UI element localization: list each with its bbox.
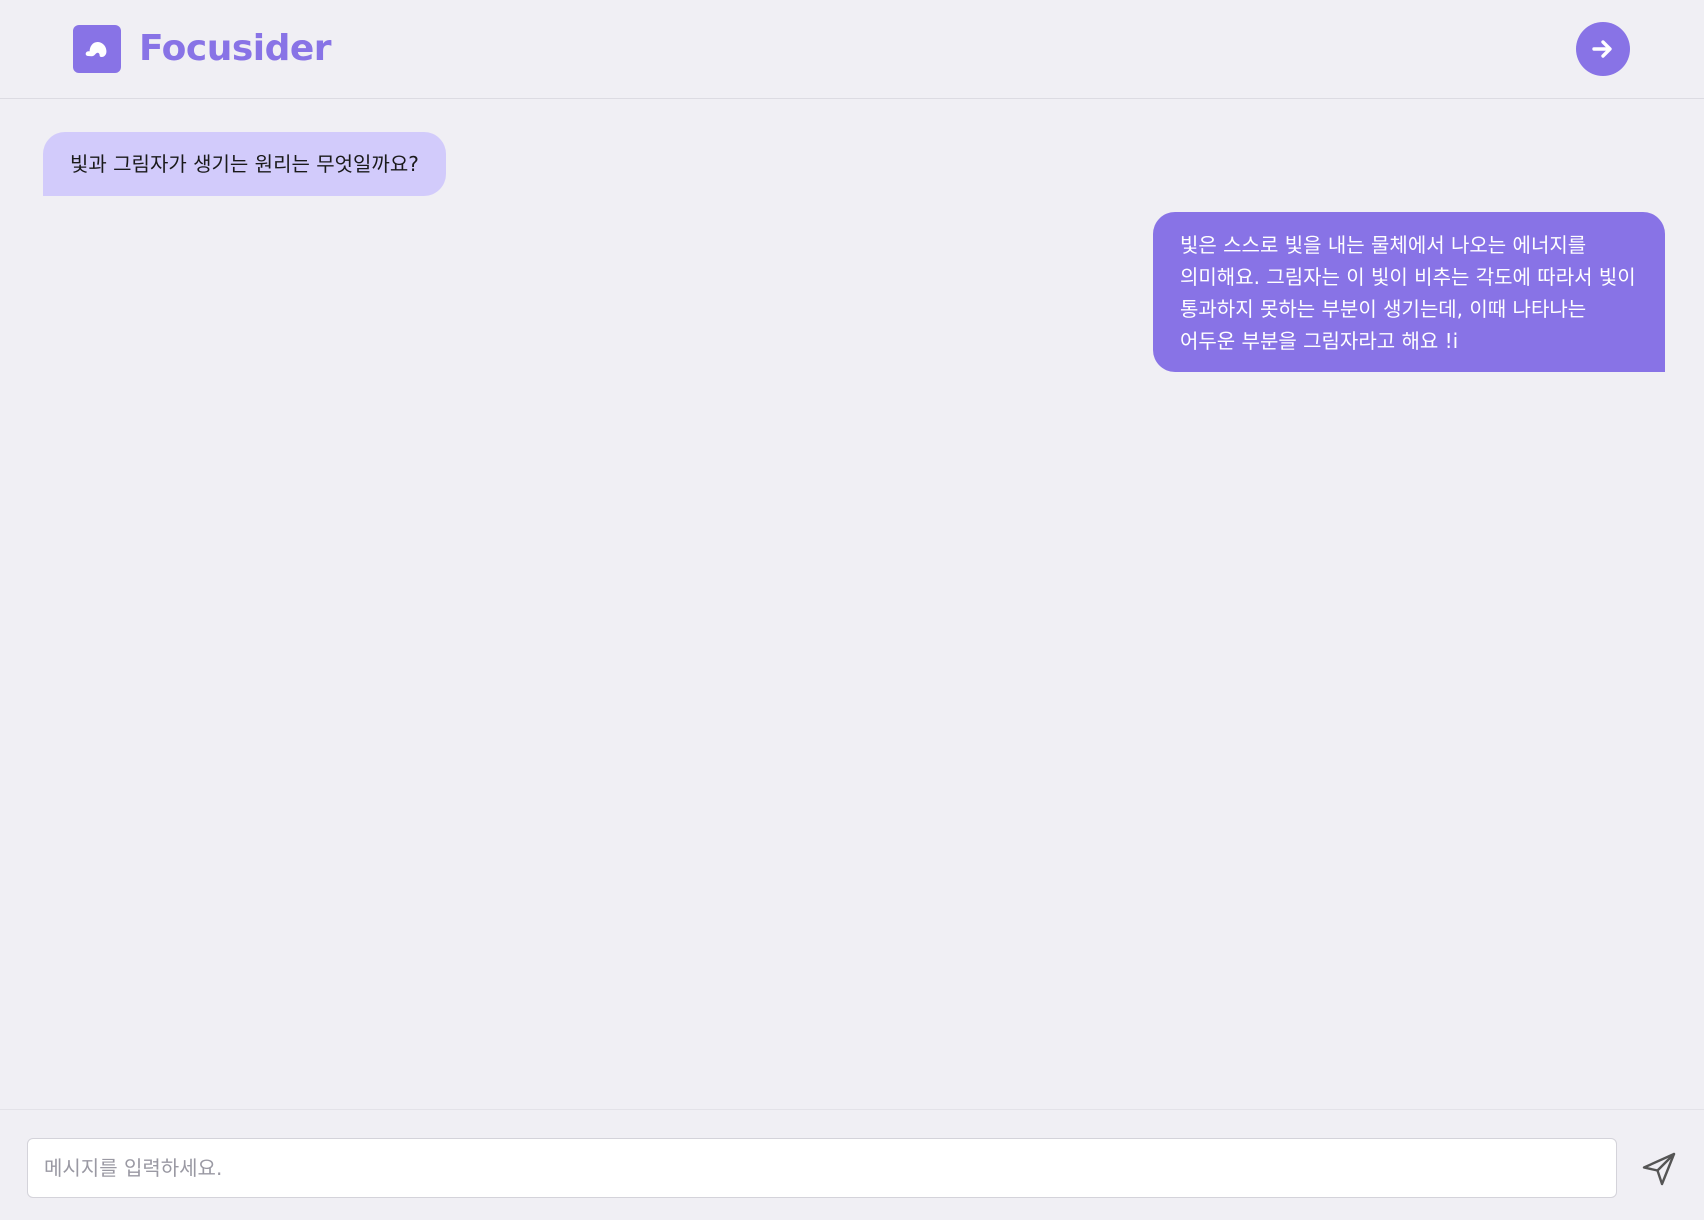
send-button[interactable] — [1638, 1148, 1680, 1190]
brand-name: Focusider — [139, 28, 332, 69]
message-composer — [0, 1109, 1704, 1220]
exit-button[interactable] — [1576, 22, 1630, 76]
user-message-bubble: 빛과 그림자가 생기는 원리는 무엇일까요? — [43, 132, 446, 196]
cloud-logo-icon — [73, 25, 121, 73]
app-header: Focusider — [0, 0, 1704, 99]
arrow-right-icon — [1592, 40, 1612, 58]
chat-app: Focusider 빛과 그림자가 생기는 원리는 무엇일까요? 빛은 스스로 … — [0, 0, 1704, 1220]
assistant-message-bubble: 빛은 스스로 빛을 내는 물체에서 나오는 에너지를 의미해요. 그림자는 이 … — [1153, 212, 1665, 372]
message-input[interactable] — [27, 1138, 1617, 1198]
chat-thread: 빛과 그림자가 생기는 원리는 무엇일까요? 빛은 스스로 빛을 내는 물체에서… — [0, 99, 1704, 1109]
paper-plane-icon — [1642, 1152, 1676, 1186]
